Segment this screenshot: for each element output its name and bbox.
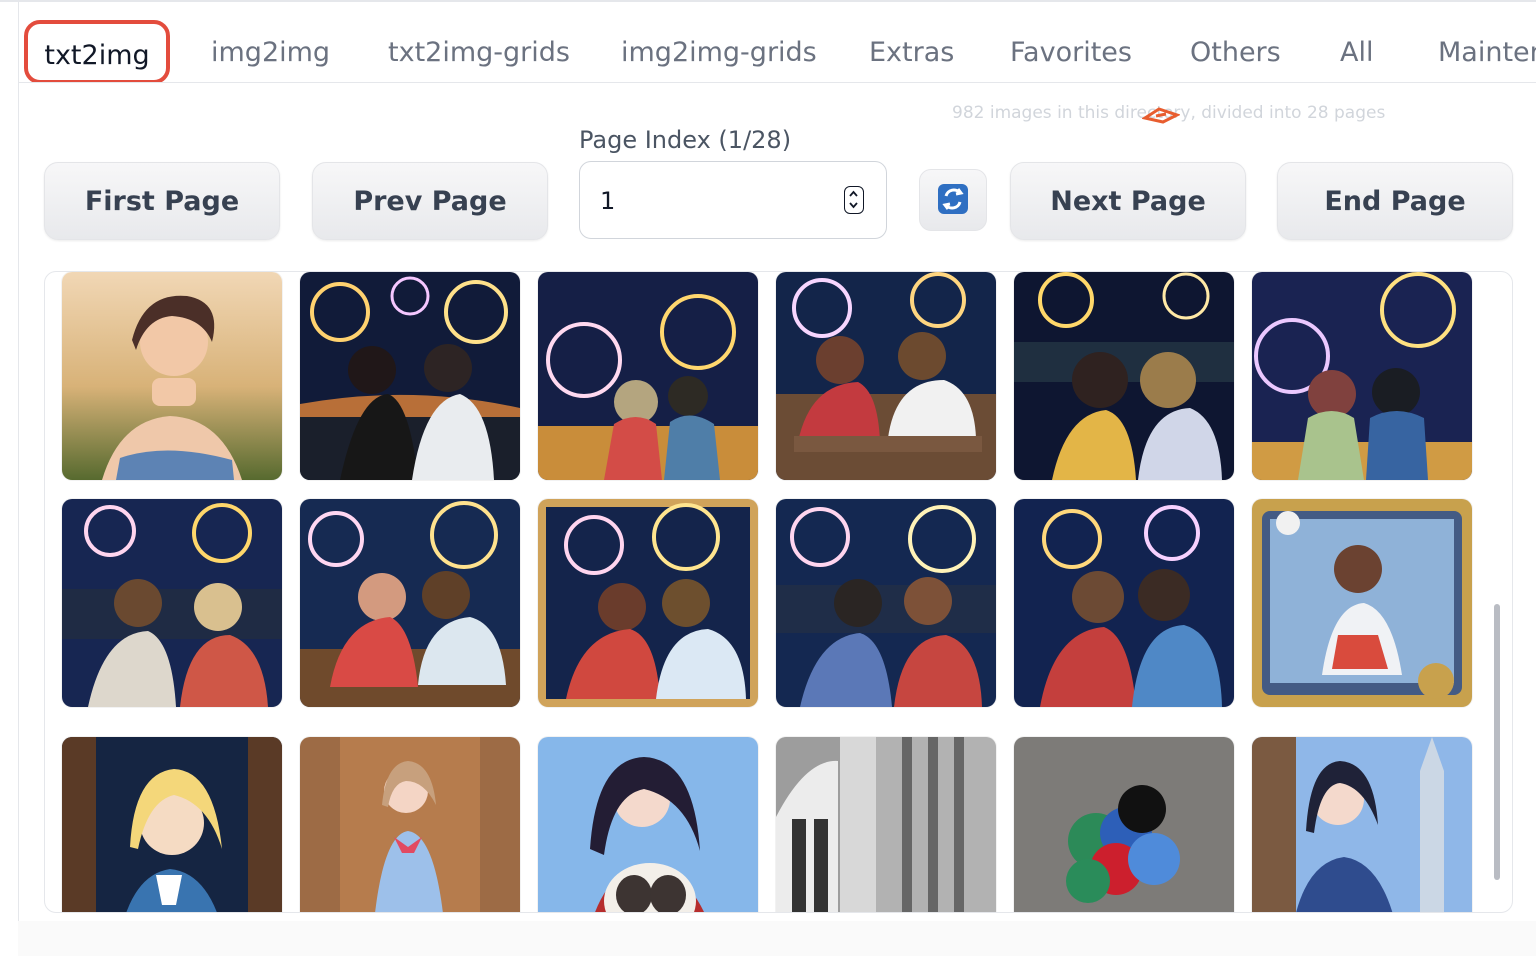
thumb-couple-lake-fireworks[interactable] — [62, 499, 282, 707]
thumb-couple-back-seated[interactable] — [1252, 272, 1472, 480]
thumb-couple-river-fireworks[interactable] — [776, 499, 996, 707]
thumb-couple-hands-fireworks[interactable] — [1014, 499, 1234, 707]
thumb-dark-hair-dog[interactable] — [538, 737, 758, 912]
tab-img2img[interactable]: img2img — [211, 20, 330, 82]
end-page-button[interactable]: End Page — [1277, 162, 1513, 240]
first-page-button[interactable]: First Page — [44, 162, 280, 240]
gallery-scrollbar[interactable] — [1494, 272, 1500, 912]
thumb-blonde-girl-night[interactable] — [62, 737, 282, 912]
next-page-button[interactable]: Next Page — [1010, 162, 1246, 240]
thumb-anime-card[interactable] — [1252, 499, 1472, 707]
tab-txt2img[interactable]: txt2img — [24, 20, 170, 82]
tab-others[interactable]: Others — [1190, 20, 1281, 82]
thumb-window-grayscale[interactable] — [776, 737, 996, 912]
refresh-button[interactable] — [919, 169, 987, 231]
refresh-icon — [938, 183, 968, 214]
stepper-icon[interactable] — [844, 186, 864, 214]
thumb-couple-city-night[interactable] — [1014, 272, 1234, 480]
tab-txt2img-grids[interactable]: txt2img-grids — [388, 20, 570, 82]
tab-maintenance[interactable]: Mainten — [1438, 20, 1536, 82]
tab-extras[interactable]: Extras — [869, 20, 954, 82]
page-index-field[interactable] — [579, 161, 887, 239]
page-index-input[interactable] — [598, 182, 842, 220]
prev-page-button[interactable]: Prev Page — [312, 162, 548, 240]
footer-strip — [18, 921, 1536, 956]
tab-all[interactable]: All — [1340, 20, 1373, 82]
image-gallery — [44, 271, 1513, 913]
tab-img2img-grids[interactable]: img2img-grids — [621, 20, 817, 82]
thumb-couple-framed-fireworks[interactable] — [538, 499, 758, 707]
thumb-couple-bench-fireworks[interactable] — [776, 272, 996, 480]
logo-icon — [1142, 107, 1180, 124]
page-index-label: Page Index (1/28) — [579, 126, 792, 154]
gallery-scrollbar-thumb[interactable] — [1494, 604, 1500, 880]
thumb-couple-fireworks-night[interactable] — [300, 272, 520, 480]
thumb-girl-church[interactable] — [1252, 737, 1472, 912]
thumb-crochet-balls[interactable] — [1014, 737, 1234, 912]
thumb-couple-dock-fireworks[interactable] — [300, 499, 520, 707]
tab-favorites[interactable]: Favorites — [1010, 20, 1132, 82]
thumb-girl-door[interactable] — [300, 737, 520, 912]
thumb-couple-back-fireworks[interactable] — [538, 272, 758, 480]
thumb-portrait-sunset[interactable] — [62, 272, 282, 480]
tab-bar: txt2img img2img txt2img-grids img2img-gr… — [18, 20, 1536, 83]
